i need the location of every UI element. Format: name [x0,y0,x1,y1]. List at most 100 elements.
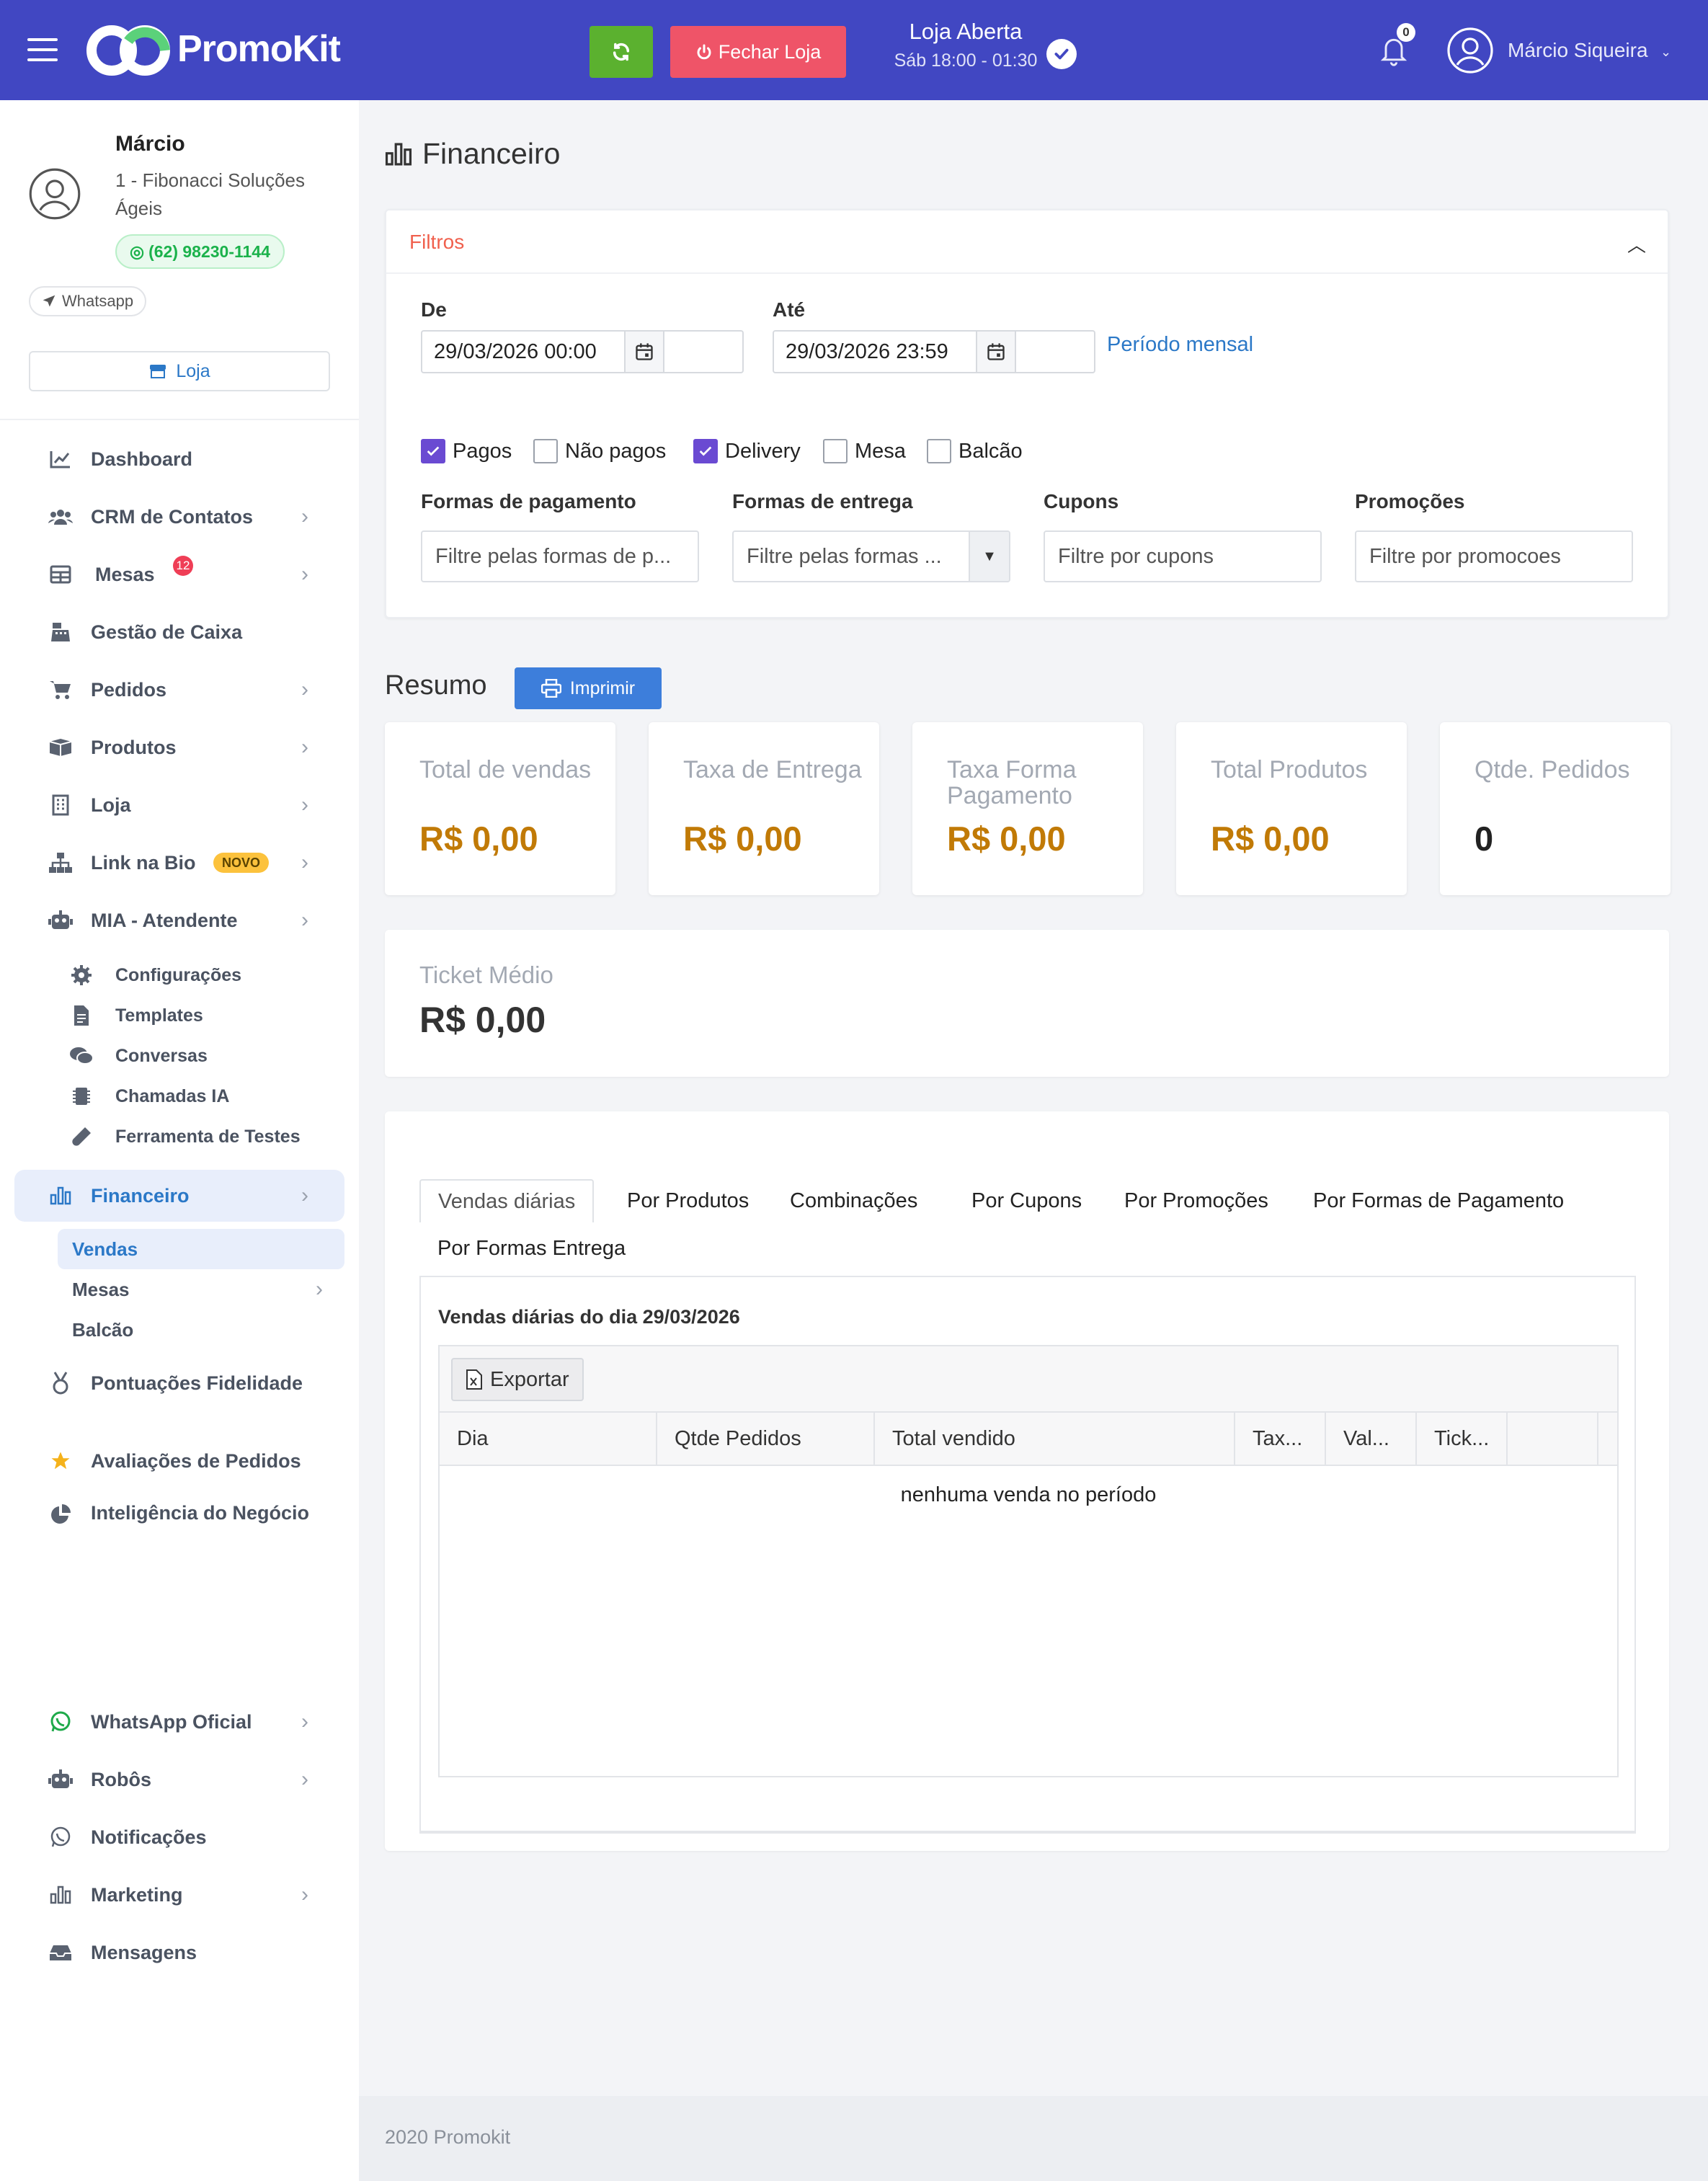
chart-line-icon [48,446,74,472]
sidebar-item-whatsapp-oficial[interactable]: WhatsApp Oficial › [0,1700,359,1744]
sidebar-item-label: Pontuações Fidelidade [91,1372,303,1394]
monthly-period-link[interactable]: Período mensal [1107,333,1253,357]
checkbox-label: Mesa [855,439,906,463]
sidebar-item-mia[interactable]: MIA - Atendente › [0,899,359,942]
sidebar-item-inteligencia[interactable]: Inteligência do Negócio [0,1491,359,1560]
sidebar-subitem-mesas[interactable]: Mesas › [58,1269,344,1310]
sidebar-item-link-bio[interactable]: Link na Bio NOVO › [0,841,359,884]
user-menu-name[interactable]: Márcio Siqueira [1508,39,1648,62]
refresh-button[interactable] [590,26,653,78]
tab-combinacoes[interactable]: Combinações [790,1179,917,1222]
chevron-right-icon: › [301,908,308,932]
calendar-icon[interactable] [624,332,664,372]
robot-icon [48,1767,74,1793]
sidebar-item-mesas[interactable]: Mesas 12 › [0,553,359,596]
checkbox-delivery[interactable]: Delivery [693,437,801,466]
app-name: PromoKit [177,28,341,70]
whatsapp-button[interactable]: Whatsapp [29,286,147,316]
sidebar-subitem-templates[interactable]: Templates [69,1000,203,1031]
bar-chart-icon [48,1183,74,1209]
tab-por-produtos[interactable]: Por Produtos [627,1179,749,1222]
tab-por-formas-pagamento[interactable]: Por Formas de Pagamento [1313,1179,1564,1222]
column-header-valor[interactable]: Val... [1326,1413,1417,1465]
checkbox-pagos[interactable]: Pagos [421,437,512,466]
store-button[interactable]: Loja [29,351,330,391]
sidebar-subitem-label: Vendas [72,1238,138,1260]
coupons-select[interactable]: Filtre por cupons [1044,530,1322,582]
checkbox-checked-icon[interactable] [693,439,718,463]
sidebar-item-label: Pedidos [91,678,167,701]
sidebar-item-pedidos[interactable]: Pedidos › [0,668,359,711]
sidebar-item-mensagens[interactable]: Mensagens [0,1931,359,1974]
to-date-input[interactable]: 29/03/2026 23:59 [773,330,1095,373]
cart-icon [48,677,74,703]
tab-vendas-diarias[interactable]: Vendas diárias [419,1179,595,1222]
checkbox-label: Delivery [725,439,801,463]
checkbox-unchecked-icon[interactable] [927,439,951,463]
sidebar-item-marketing[interactable]: Marketing › [0,1873,359,1916]
sidebar-item-produtos[interactable]: Produtos › [0,726,359,769]
promotions-select[interactable]: Filtre por promocoes [1355,530,1633,582]
chevron-down-icon[interactable]: ⌄ [1660,45,1671,60]
sidebar-item-label: Marketing [91,1883,183,1906]
close-store-button[interactable]: Fechar Loja [670,26,846,78]
medal-icon [48,1370,74,1396]
bar-chart-icon [385,142,412,166]
filters-header[interactable]: Filtros ︿ [386,210,1668,274]
store-status-text: Loja Aberta [909,19,1023,44]
column-header-total-vendido[interactable]: Total vendido [875,1413,1235,1465]
delivery-methods-select[interactable]: Filtre pelas formas ... ▼ [732,530,1010,582]
sidebar-subitem-chamadas-ia[interactable]: Chamadas IA [69,1080,229,1112]
sidebar-item-financeiro[interactable]: Financeiro › [14,1170,344,1222]
tab-por-formas-entrega[interactable]: Por Formas Entrega [437,1227,626,1270]
payment-methods-select[interactable]: Filtre pelas formas de p... [421,530,699,582]
export-button[interactable]: Exportar [451,1358,584,1401]
dropdown-arrow-icon[interactable]: ▼ [969,532,1009,581]
checkbox-mesa[interactable]: Mesa [823,437,906,466]
tab-por-promocoes[interactable]: Por Promoções [1124,1179,1268,1222]
calendar-icon[interactable] [976,332,1016,372]
checkbox-unchecked-icon[interactable] [823,439,848,463]
sidebar-item-fidelidade[interactable]: Pontuações Fidelidade [0,1362,359,1431]
sidebar-item-avaliacoes[interactable]: Avaliações de Pedidos [0,1439,359,1483]
profile-company: 1 - Fibonacci Soluções Ágeis [115,169,306,219]
from-date-input[interactable]: 29/03/2026 00:00 [421,330,744,373]
user-avatar-icon[interactable] [1447,27,1493,74]
sidebar-subitem-vendas[interactable]: Vendas [58,1229,344,1269]
checkbox-unchecked-icon[interactable] [533,439,558,463]
sidebar-item-robos[interactable]: Robôs › [0,1758,359,1801]
sidebar-item-crm[interactable]: CRM de Contatos › [0,495,359,538]
chevron-right-icon: › [301,1710,308,1733]
table-icon [48,561,74,587]
column-header-ticket[interactable]: Tick... [1417,1413,1508,1465]
sidebar-subitem-conversas[interactable]: Conversas [69,1040,208,1072]
sidebar-item-label: Avaliações de Pedidos [91,1449,301,1472]
column-header-qtde-pedidos[interactable]: Qtde Pedidos [657,1413,875,1465]
checkbox-label: Não pagos [565,439,667,463]
phone-badge[interactable]: ◎ (62) 98230-1144 [115,234,285,269]
column-header-taxa[interactable]: Tax... [1235,1413,1326,1465]
column-header-dia[interactable]: Dia [440,1413,657,1465]
sidebar-subitem-balcao[interactable]: Balcão [58,1310,344,1350]
notification-badge: 0 [1397,23,1415,42]
print-button[interactable]: Imprimir [515,667,662,709]
sidebar-item-loja[interactable]: Loja › [0,783,359,827]
filters-card: Filtros ︿ De 29/03/2026 00:00 Até 29/03/… [385,209,1669,618]
sidebar-item-label: Inteligência do Negócio [91,1502,310,1524]
sidebar-item-caixa[interactable]: Gestão de Caixa [0,610,359,654]
checkbox-balcao[interactable]: Balcão [927,437,1023,466]
chevron-right-icon: › [301,1767,308,1791]
sidebar-subitem-label: Conversas [115,1045,208,1066]
chevron-right-icon: › [316,1277,323,1301]
checkbox-checked-icon[interactable] [421,439,445,463]
sidebar-subitem-ferramenta-testes[interactable]: Ferramenta de Testes [69,1121,301,1152]
menu-toggle-icon[interactable] [27,38,58,61]
ticket-value: R$ 0,00 [419,1000,546,1040]
sidebar-item-dashboard[interactable]: Dashboard [0,437,359,481]
tab-por-cupons[interactable]: Por Cupons [971,1179,1082,1222]
checkbox-nao-pagos[interactable]: Não pagos [533,437,666,466]
sidebar-item-notificacoes[interactable]: Notificações [0,1816,359,1859]
sidebar-subitem-configuracoes[interactable]: Configurações [69,959,241,991]
chevron-right-icon: › [301,1183,308,1207]
chevron-up-icon[interactable]: ︿ [1627,231,1646,257]
